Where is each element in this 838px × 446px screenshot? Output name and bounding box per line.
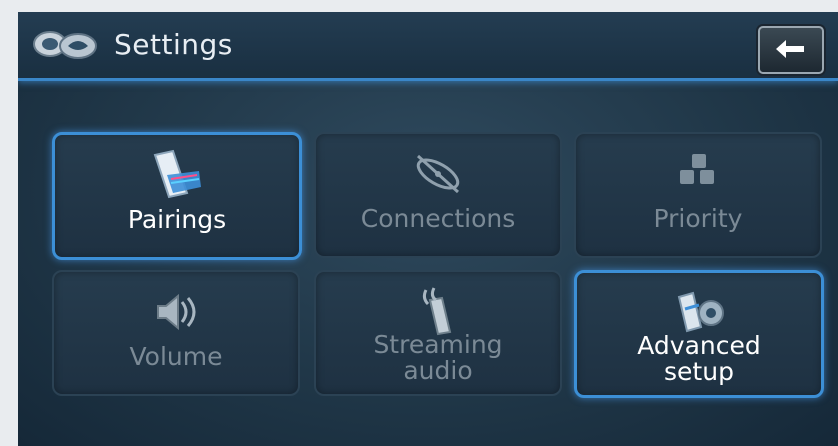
speaker-volume-icon (157, 293, 196, 331)
settings-screen: Settings Pairings Connections Priority V… (18, 12, 838, 446)
connections-label: Connections (360, 204, 516, 233)
connections-button[interactable]: Connections (314, 132, 562, 258)
header-bar: Settings (18, 12, 838, 81)
streaming-audio-button[interactable]: Streaming audio (314, 270, 562, 396)
page-title: Settings (114, 28, 233, 61)
volume-label: Volume (129, 342, 223, 371)
volume-button[interactable]: Volume (52, 270, 300, 396)
advanced-setup-button[interactable]: Advanced setup (574, 270, 824, 398)
advanced-setup-label-line1: Advanced (637, 331, 761, 360)
phone-pairing-icon (153, 149, 201, 199)
advanced-setup-label-line2: setup (664, 357, 734, 386)
streaming-audio-label-line2: audio (403, 356, 473, 385)
streaming-audio-label: Streaming audio (316, 332, 560, 384)
priority-button[interactable]: Priority (574, 132, 822, 258)
back-button[interactable] (758, 26, 824, 74)
advanced-setup-label: Advanced setup (577, 333, 821, 385)
back-arrow-icon (776, 40, 804, 58)
brand-logo-icon (33, 31, 97, 59)
pairings-button[interactable]: Pairings (52, 132, 302, 260)
streaming-audio-label-line1: Streaming (373, 330, 503, 359)
pairings-label: Pairings (127, 205, 227, 234)
priority-label: Priority (653, 204, 743, 233)
priority-blocks-icon (680, 154, 714, 184)
connection-orbit-icon (416, 154, 460, 194)
